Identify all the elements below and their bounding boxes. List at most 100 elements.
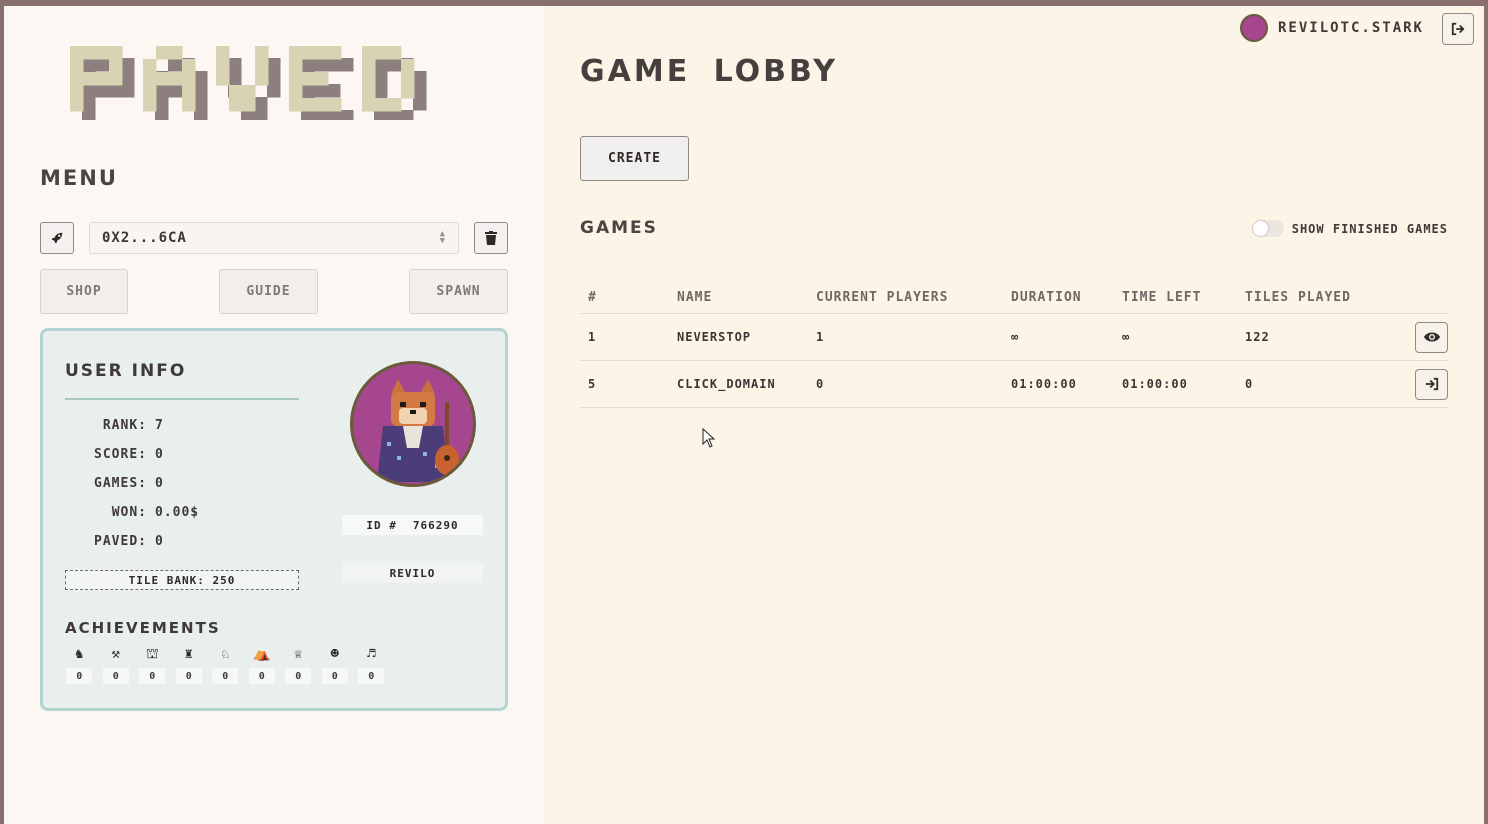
achievement-knight: ♞ 0	[65, 644, 94, 684]
hammer-icon: ⚒	[111, 646, 120, 662]
cell-tiles: 122	[1245, 330, 1270, 344]
stat-value: 0	[155, 534, 164, 549]
cell-tiles: 0	[1245, 377, 1254, 391]
spawn-button[interactable]: SPAWN	[409, 269, 508, 314]
col-name: NAME	[677, 289, 713, 305]
stat-key: RANK:	[102, 418, 147, 433]
achievement-hammer: ⚒ 0	[102, 644, 131, 684]
achievement-castle: ⛫ 0	[138, 644, 167, 684]
achievement-horse: ♘ 0	[211, 644, 240, 684]
achievement-camp: ⛺ 0	[248, 644, 277, 684]
rocket-icon	[51, 232, 63, 244]
cell-time-left: ∞	[1122, 330, 1131, 344]
trash-icon	[485, 231, 497, 245]
stat-value: 0	[155, 447, 164, 462]
guide-button[interactable]: GUIDE	[219, 269, 318, 314]
mouse-cursor-icon	[702, 428, 716, 448]
stat-rank: RANK: 7	[65, 411, 285, 440]
player-name-tag: REVILO	[342, 563, 483, 583]
cell-time-left: 01:00:00	[1122, 377, 1188, 391]
account-badge[interactable]: REVILOTC.STARK	[1239, 14, 1424, 42]
delete-button[interactable]	[474, 222, 508, 254]
show-finished-toggle-group: SHOW FINISHED GAMES	[1251, 220, 1448, 237]
achievement-trophy: ♕ 0	[284, 644, 313, 684]
cell-name: CLICK_DOMAIN	[677, 377, 776, 391]
user-info-card: USER INFO RANK: 7 SCORE: 0 GAMES: 0 WON: 0.0…	[40, 328, 508, 711]
player-id-tag: ID # 766290	[342, 515, 483, 535]
cell-number: 1	[588, 330, 597, 344]
stat-score: SCORE: 0	[65, 440, 285, 469]
join-game-button[interactable]	[1415, 368, 1448, 400]
table-row: 1 NEVERSTOP 1 ∞ ∞ 122	[580, 314, 1448, 361]
stat-key: WON:	[111, 505, 147, 520]
account-select-value: 0X2...6CA	[102, 230, 187, 246]
achievement-count: 0	[321, 668, 348, 684]
show-finished-toggle[interactable]	[1251, 220, 1284, 237]
select-caret-icon: ▲ ▼	[439, 229, 446, 246]
table-row: 5 CLICK_DOMAIN 0 01:00:00 01:00:00 0	[580, 361, 1448, 408]
achievement-count: 0	[358, 668, 385, 684]
achievements-title: ACHIEVEMENTS	[65, 619, 221, 637]
cell-players: 0	[816, 377, 825, 391]
table-header: # NAME CURRENT PLAYERS DURATION TIME LEF…	[580, 281, 1448, 314]
join-icon	[1425, 377, 1438, 391]
page-title: GAME LOBBY	[580, 54, 838, 89]
stat-games: GAMES: 0	[65, 469, 285, 498]
bird-icon: ♬	[367, 646, 376, 662]
user-info-title: USER INFO	[65, 361, 187, 381]
user-stats: RANK: 7 SCORE: 0 GAMES: 0 WON: 0.00$ PAVED: 0	[65, 411, 285, 556]
divider	[65, 398, 299, 400]
achievement-bird: ♬ 0	[357, 644, 386, 684]
logout-button[interactable]	[1442, 13, 1474, 45]
horse-icon: ♘	[221, 646, 230, 662]
col-tiles-played: TILES PLAYED	[1245, 289, 1351, 305]
cell-action	[1400, 321, 1448, 353]
user-avatar-small	[1239, 14, 1268, 42]
menu-title: MENU	[40, 166, 118, 190]
stat-key: SCORE:	[94, 447, 147, 462]
stat-value: 7	[155, 418, 164, 433]
trophy-icon: ♕	[294, 646, 303, 662]
shop-button[interactable]: SHOP	[40, 269, 128, 314]
logout-icon	[1451, 22, 1465, 36]
rook-icon: ♜	[184, 646, 193, 662]
camp-icon: ⛺	[253, 646, 271, 662]
username: REVILOTC.STARK	[1277, 20, 1424, 36]
achievement-count: 0	[248, 668, 275, 684]
people-icon: ☻	[330, 646, 339, 662]
stat-value: 0.00$	[155, 505, 200, 520]
rocket-button[interactable]	[40, 222, 74, 254]
achievement-people: ☻ 0	[321, 644, 350, 684]
achievements-list: ♞ 0 ⚒ 0 ⛫ 0 ♜ 0 ♘ 0 ⛺ 0 ♕ 0 ☻ 0 ♬ 0	[65, 644, 386, 684]
cell-number: 5	[588, 377, 597, 391]
stat-won: WON: 0.00$	[65, 498, 285, 527]
cell-duration: 01:00:00	[1011, 377, 1077, 391]
cell-name: NEVERSTOP	[677, 330, 752, 344]
main-content: REVILOTC.STARK GAME LOBBY CREATE GAMES S…	[544, 6, 1484, 824]
col-duration: DURATION	[1011, 289, 1082, 305]
cell-action	[1400, 368, 1448, 400]
col-number: #	[588, 289, 597, 305]
account-select[interactable]: 0X2...6CA ▲ ▼	[89, 222, 459, 254]
knight-icon: ♞	[75, 646, 84, 662]
paved-logo	[70, 46, 427, 120]
id-value: 766290	[412, 518, 459, 532]
stat-key: GAMES:	[94, 476, 147, 491]
achievement-count: 0	[66, 668, 93, 684]
achievement-count: 0	[175, 668, 202, 684]
sidebar: MENU 0X2...6CA ▲ ▼ SHOP GUIDE SPAWN USER …	[4, 6, 544, 824]
stat-paved: PAVED: 0	[65, 527, 285, 556]
view-game-button[interactable]	[1415, 321, 1448, 353]
achievement-count: 0	[102, 668, 129, 684]
col-current-players: CURRENT PLAYERS	[816, 289, 949, 305]
create-game-button[interactable]: CREATE	[580, 136, 689, 181]
achievement-count: 0	[212, 668, 239, 684]
achievement-count: 0	[139, 668, 166, 684]
show-finished-label: SHOW FINISHED GAMES	[1291, 221, 1448, 236]
col-time-left: TIME LEFT	[1122, 289, 1202, 305]
cell-players: 1	[816, 330, 825, 344]
achievement-count: 0	[285, 668, 312, 684]
castle-icon: ⛫	[145, 646, 159, 662]
cell-duration: ∞	[1011, 330, 1020, 344]
achievement-rook: ♜ 0	[175, 644, 204, 684]
